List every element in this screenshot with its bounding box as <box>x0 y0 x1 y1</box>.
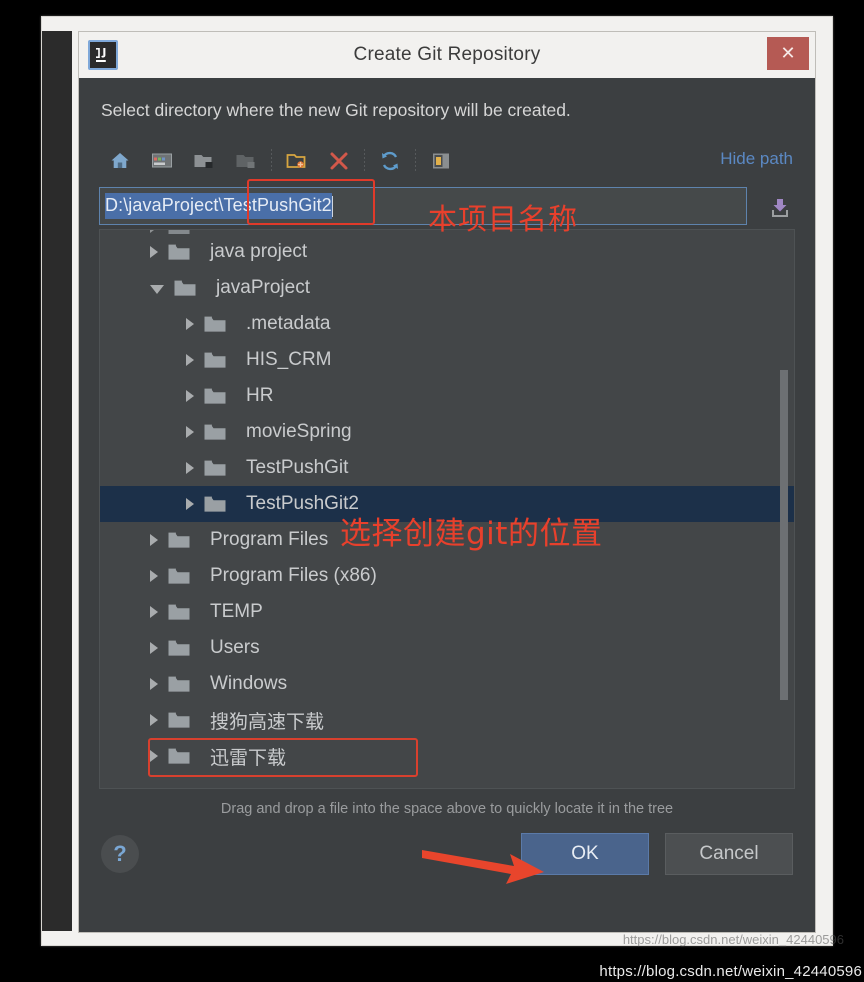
tree-row-label: Program Files (x86) <box>210 565 377 586</box>
tree-row[interactable]: Users <box>100 630 794 666</box>
tree-row-label: 搜狗高速下载 <box>210 711 325 733</box>
tree-row[interactable]: Program Files <box>100 522 794 558</box>
folder-icon <box>174 280 206 297</box>
dialog-prompt: Select directory where the new Git repos… <box>101 100 571 120</box>
tree-row-label: 迅雷下载 <box>210 747 287 769</box>
watermark-ghost: https://blog.csdn.net/weixin_42440596 <box>622 932 844 947</box>
collapse-folder-icon[interactable] <box>225 143 267 179</box>
folder-icon <box>204 496 236 513</box>
tree-row[interactable]: HIS_CRM <box>100 342 794 378</box>
tree-row[interactable]: Windows <box>100 666 794 702</box>
path-input[interactable]: D:\javaProject\TestPushGit2 <box>99 187 747 225</box>
new-folder-icon[interactable] <box>276 143 318 179</box>
folder-icon <box>204 388 236 405</box>
watermark: https://blog.csdn.net/weixin_42440596 <box>599 963 862 980</box>
tree-row[interactable]: movieSpring <box>100 414 794 450</box>
folder-icon <box>204 352 236 369</box>
tree-row[interactable]: TEMP <box>100 594 794 630</box>
chevron-right-icon[interactable] <box>186 318 194 330</box>
folder-icon <box>204 424 236 441</box>
chevron-right-icon[interactable] <box>150 642 158 654</box>
chevron-right-icon[interactable] <box>150 678 158 690</box>
dialog-body: Select directory where the new Git repos… <box>79 78 815 932</box>
folder-icon <box>168 532 200 549</box>
hide-path-link[interactable]: Hide path <box>720 149 793 169</box>
tree-row-label: HR <box>246 385 274 406</box>
show-hidden-icon[interactable] <box>420 143 462 179</box>
chevron-right-icon[interactable] <box>186 426 194 438</box>
delete-icon[interactable] <box>318 143 360 179</box>
tree-row-selected[interactable]: TestPushGit2 <box>100 486 794 522</box>
tree-row[interactable]: TestPushGit <box>100 450 794 486</box>
paste-down-arrow-icon[interactable] <box>767 195 793 221</box>
tree-row[interactable]: java project <box>100 234 794 270</box>
outer-window-frame: Create Git Repository ✕ Select directory… <box>41 16 833 946</box>
refresh-icon[interactable] <box>369 143 411 179</box>
chevron-right-icon[interactable] <box>150 246 158 258</box>
toolbar-separator <box>415 149 416 173</box>
screenshot-root: Create Git Repository ✕ Select directory… <box>0 0 864 982</box>
file-chooser-toolbar: Hide path <box>93 139 801 183</box>
folder-icon <box>168 640 200 657</box>
tree-scrollbar-thumb[interactable] <box>780 370 788 700</box>
chevron-right-icon[interactable] <box>186 390 194 402</box>
tree-scrollbar-track[interactable] <box>780 230 792 788</box>
tree-row-label: TestPushGit <box>246 457 349 478</box>
text-caret <box>331 195 333 217</box>
tree-row-label: TEMP <box>210 601 263 622</box>
tree-row-label: java project <box>210 241 308 262</box>
chevron-right-icon[interactable] <box>186 462 194 474</box>
desktop-icon[interactable] <box>141 143 183 179</box>
folder-icon <box>168 604 200 621</box>
toolbar-separator <box>271 149 272 173</box>
chevron-right-icon[interactable] <box>150 230 158 233</box>
folder-icon <box>168 676 200 693</box>
tree-row[interactable]: 搜狗高速下载 <box>100 702 794 738</box>
tree-row-label: javaProject <box>216 277 310 298</box>
directory-tree-rows: javaProjectjava projectjavaProject.metad… <box>100 230 794 774</box>
help-icon[interactable]: ? <box>101 835 139 873</box>
path-field-row: D:\javaProject\TestPushGit2 <box>93 179 801 229</box>
tree-row-label: Users <box>210 637 260 658</box>
tree-row-label: Windows <box>210 673 288 694</box>
tree-row[interactable]: Program Files (x86) <box>100 558 794 594</box>
tree-row-label: movieSpring <box>246 421 352 442</box>
folder-icon <box>168 712 200 729</box>
tree-row-label: TestPushGit2 <box>246 493 359 514</box>
dialog-titlebar: Create Git Repository ✕ <box>79 32 815 78</box>
chevron-right-icon[interactable] <box>150 714 158 726</box>
chevron-right-icon[interactable] <box>186 498 194 510</box>
tree-row[interactable]: 迅雷下载 <box>100 738 794 774</box>
chevron-right-icon[interactable] <box>150 570 158 582</box>
toolbar-separator <box>364 149 365 173</box>
tree-row-label: HIS_CRM <box>246 349 332 370</box>
folder-icon <box>204 316 236 333</box>
expand-folder-icon[interactable] <box>183 143 225 179</box>
tree-row-label: Program Files <box>210 529 329 550</box>
folder-icon <box>204 460 236 477</box>
chevron-right-icon[interactable] <box>150 606 158 618</box>
chevron-down-icon[interactable] <box>150 285 164 294</box>
home-icon[interactable] <box>99 143 141 179</box>
folder-icon <box>168 748 200 765</box>
drag-drop-hint: Drag and drop a file into the space abov… <box>220 801 674 817</box>
close-icon[interactable]: ✕ <box>767 37 809 70</box>
folder-icon <box>168 244 200 261</box>
directory-tree[interactable]: javaProjectjava projectjavaProject.metad… <box>99 229 795 789</box>
ok-button[interactable]: OK <box>521 833 649 875</box>
tree-row[interactable]: .metadata <box>100 306 794 342</box>
tree-row-label: .metadata <box>246 313 331 334</box>
chevron-right-icon[interactable] <box>150 534 158 546</box>
tree-row[interactable]: HR <box>100 378 794 414</box>
cancel-button[interactable]: Cancel <box>665 833 793 875</box>
tree-row[interactable]: javaProject <box>100 270 794 306</box>
path-input-value: D:\javaProject\TestPushGit2 <box>105 193 332 219</box>
chevron-right-icon[interactable] <box>150 750 158 762</box>
window-dark-strip <box>42 31 72 931</box>
dialog-title: Create Git Repository <box>353 44 541 65</box>
folder-icon <box>168 568 200 585</box>
dialog-button-row: ? OK Cancel <box>93 817 801 891</box>
chevron-right-icon[interactable] <box>186 354 194 366</box>
create-git-repository-dialog: Create Git Repository ✕ Select directory… <box>78 31 816 933</box>
